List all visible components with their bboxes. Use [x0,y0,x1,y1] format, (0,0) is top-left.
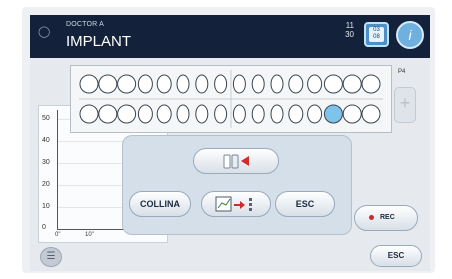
chart-arrow-icon [215,196,252,212]
upper-tooth[interactable] [137,74,153,94]
record-label: REC [380,214,395,221]
y-tick: 30 [42,159,50,166]
y-tick: 50 [42,115,50,122]
tooth-arrow-icon [223,154,249,169]
upper-tooth[interactable] [361,74,381,94]
upper-tooth[interactable] [270,74,284,94]
upper-arch [79,74,381,94]
lower-tooth[interactable] [195,104,209,124]
y-tick: 10 [42,203,50,210]
tooth-chart-svg [79,70,383,128]
esc-button[interactable]: ESC [275,191,335,217]
mode-button[interactable] [193,148,279,174]
record-button[interactable]: REC [354,205,418,231]
y-tick: 0 [42,224,46,231]
lower-tooth[interactable] [176,104,190,124]
lower-tooth[interactable] [288,104,304,124]
lower-tooth[interactable] [270,104,284,124]
lower-tooth[interactable] [137,104,153,124]
y-axis [57,110,58,230]
lower-tooth[interactable] [251,104,265,124]
control-panel: COLLINA ESC [122,135,352,235]
lower-tooth[interactable] [117,104,137,124]
upper-tooth[interactable] [288,74,304,94]
lower-tooth[interactable] [361,104,381,124]
upper-tooth[interactable] [251,74,265,94]
clock-hour: 11 [345,21,354,30]
upper-tooth[interactable] [232,74,246,94]
lower-tooth[interactable] [98,104,118,124]
upper-tooth[interactable] [195,74,209,94]
doctor-name: DOCTOR A [66,21,105,28]
esc-bottom-button[interactable]: ESC [370,245,422,267]
date-top: 03 [373,27,380,33]
tooth-icon: ◯ [38,26,51,38]
page-title: IMPLANT [66,33,132,50]
lower-tooth[interactable] [156,104,172,124]
upper-tooth[interactable] [79,74,99,94]
clock-minute: 30 [345,30,354,39]
add-button[interactable]: + [394,87,416,123]
lower-tooth[interactable] [79,104,99,124]
calendar-button[interactable]: 03 08 [364,22,389,47]
upper-tooth[interactable] [214,74,228,94]
collina-button[interactable]: COLLINA [129,191,191,217]
screen: ◯ DOCTOR A IMPLANT 11 30 03 08 i 50 40 3… [30,15,430,271]
upper-tooth[interactable] [323,74,343,94]
upper-tooth[interactable] [176,74,190,94]
lower-tooth[interactable] [214,104,228,124]
upper-tooth[interactable] [342,74,362,94]
lower-arch [79,104,381,124]
record-icon [369,214,374,220]
upper-tooth[interactable] [156,74,172,94]
x-tick: 10" [85,232,94,238]
upper-tooth[interactable] [117,74,137,94]
selected-tooth[interactable] [323,104,343,124]
tooth-chart[interactable] [70,65,392,133]
x-tick: 0" [55,232,61,238]
y-tick: 40 [42,137,50,144]
lower-tooth[interactable] [342,104,362,124]
header-bar: ◯ DOCTOR A IMPLANT 11 30 03 08 i [30,15,430,58]
y-tick: 20 [42,181,50,188]
date-bottom: 08 [373,34,380,40]
lower-tooth[interactable] [307,104,323,124]
graph-export-button[interactable] [201,191,271,217]
calendar-icon: 03 08 [369,27,384,42]
upper-tooth[interactable] [98,74,118,94]
clock: 11 30 [338,21,354,39]
upper-tooth[interactable] [307,74,323,94]
menu-icon[interactable]: ☰ [40,247,62,267]
info-button[interactable]: i [396,21,424,49]
lower-tooth[interactable] [232,104,246,124]
tooth-label: P4 [398,69,406,75]
